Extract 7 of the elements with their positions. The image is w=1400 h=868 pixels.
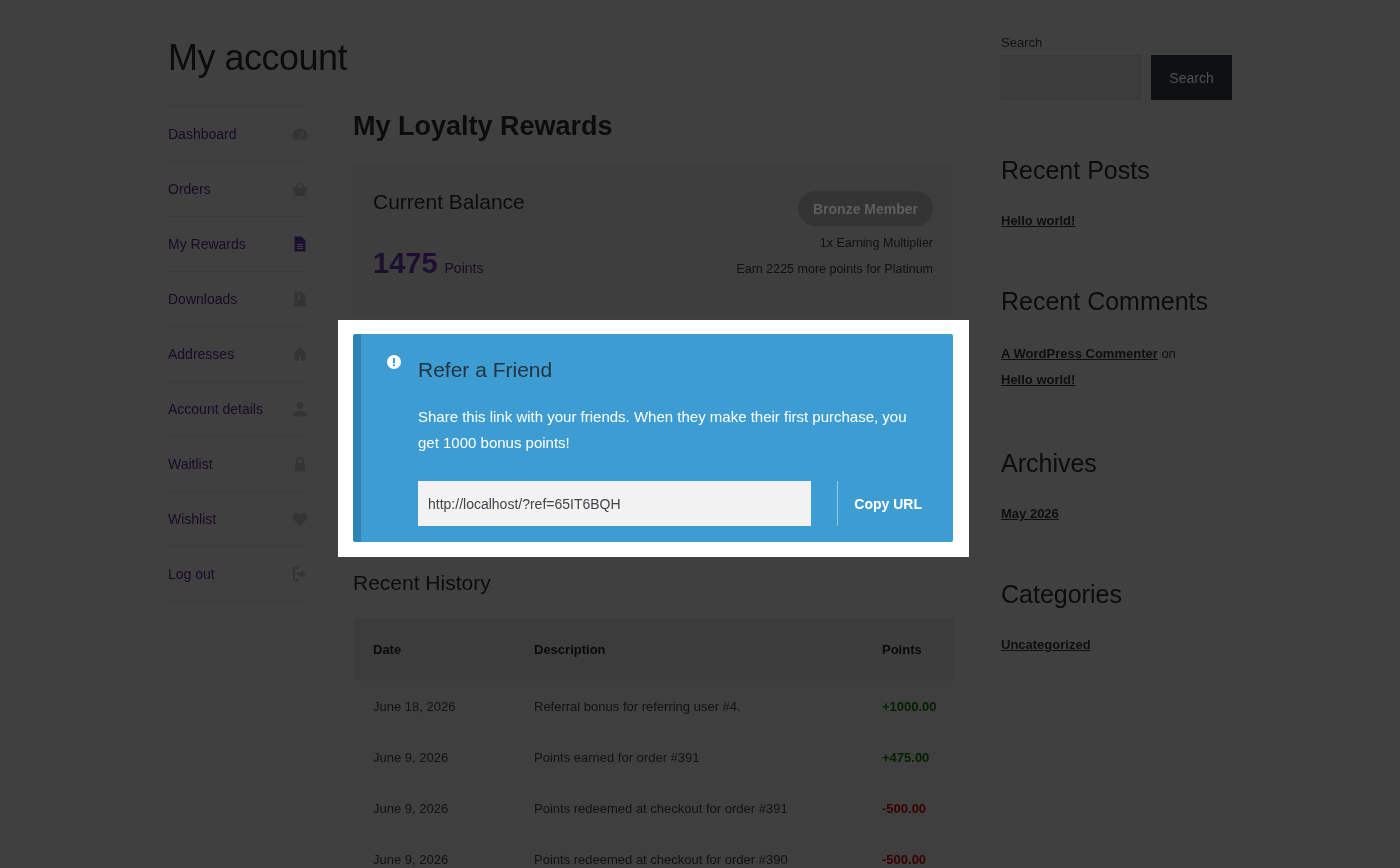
document-icon [292,236,308,252]
url-field[interactable]: http://localhost/?ref=65IT6BQH [418,481,812,526]
copy-url-button[interactable]: Copy URL [837,481,938,526]
search-button[interactable]: Search [1151,55,1232,100]
refer-title: Refer a Friend [418,357,553,383]
refer-description: Share this link with your friends. When they make their first purchase, you get 1000 bonus points! [418,407,908,453]
exclamation-icon [387,355,401,369]
